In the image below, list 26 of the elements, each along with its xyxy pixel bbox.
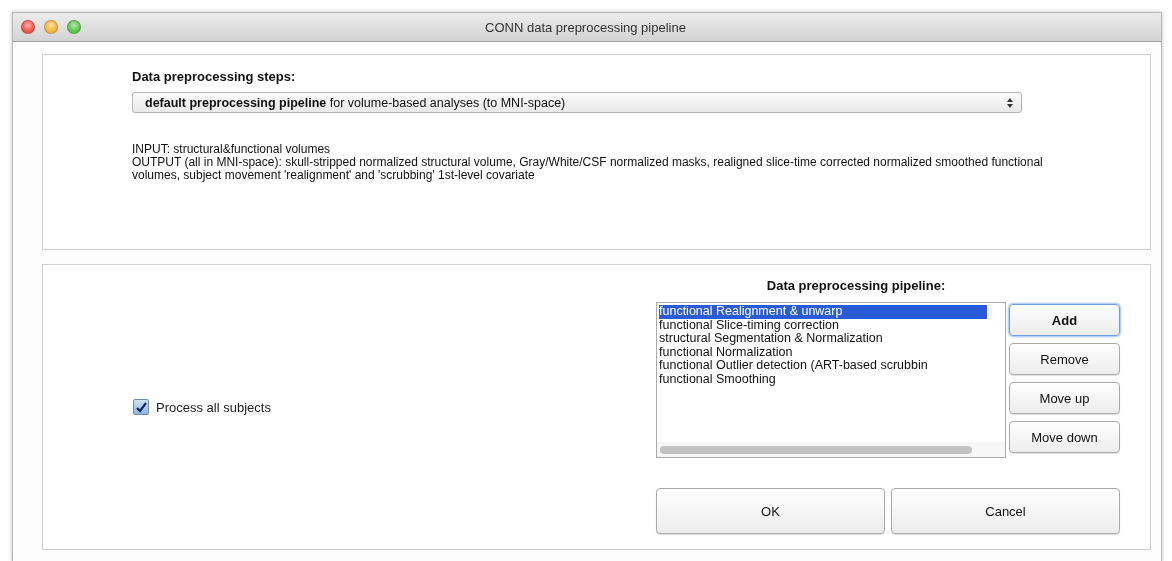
minimize-button[interactable] [44,20,58,34]
list-action-button[interactable]: Remove [1009,343,1120,375]
pipeline-label: Data preprocessing pipeline: [765,278,947,293]
list-item[interactable]: functional Realignment & unwarp [659,305,987,319]
list-item[interactable]: functional Outlier detection (ART-based scrubbin [659,359,987,373]
ok-button[interactable]: OK [656,488,885,534]
stepper-icon [1007,97,1013,108]
window-title: CONN data preprocessing pipeline [485,19,687,35]
list-action-button[interactable]: Add [1009,304,1120,336]
list-action-button[interactable]: Move up [1009,382,1120,414]
list-action-button[interactable]: Move down [1009,421,1120,453]
steps-label: Data preprocessing steps: [132,69,297,84]
checkbox-label: Process all subjects [156,399,271,415]
description-text: INPUT: structural&functional volumes [132,143,332,156]
list-item[interactable]: structural Segmentation & Normalization [659,332,987,346]
description-text: OUTPUT (all in MNI-space): skull-stripped normalized structural volume, Gray/White/CSF normalized masks, realigned slice-time corrected normalized smoothed functional volumes, subject movement 'realignment' and 'scrubbing' 1st-level covariate [132,156,1044,182]
cancel-button[interactable]: Cancel [891,488,1120,534]
list-item[interactable]: functional Slice-timing correction [659,318,987,332]
steps-dropdown[interactable]: default preprocessing pipeline for volume-based analyses (to MNI-space) [132,92,1022,113]
pipeline-list[interactable] [656,302,1006,458]
close-button[interactable] [21,20,35,34]
checkbox[interactable] [133,399,149,415]
zoom-button[interactable] [67,20,81,34]
horizontal-scrollbar[interactable] [657,442,1005,457]
list-item[interactable]: functional Normalization [659,345,987,359]
list-item[interactable]: functional Smoothing [659,372,987,386]
